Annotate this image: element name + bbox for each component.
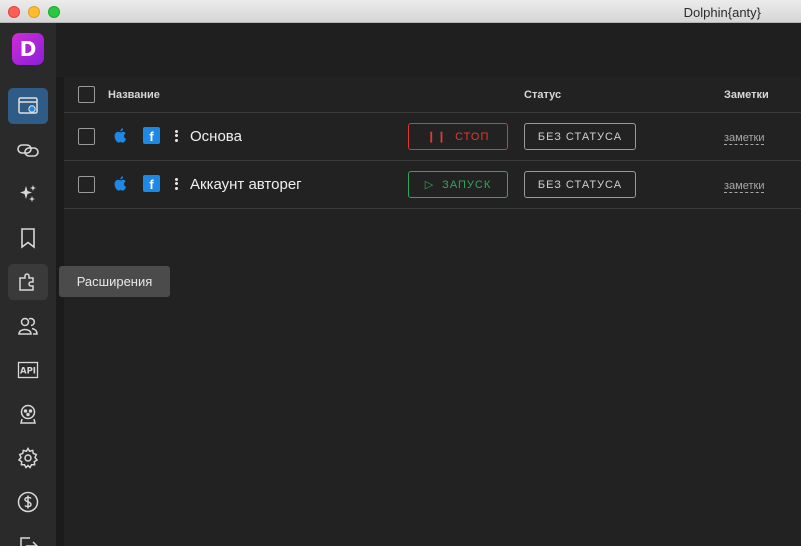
nav-bookmarks[interactable] bbox=[8, 220, 48, 256]
notes-link[interactable]: заметки bbox=[724, 132, 765, 145]
table-header: Название Статус Заметки bbox=[64, 77, 801, 113]
dollar-icon bbox=[17, 491, 39, 513]
close-window-button[interactable] bbox=[8, 6, 20, 18]
profile-name[interactable]: Аккаунт авторег bbox=[190, 176, 302, 193]
table-row: f Основа ❙❙ СТОП БЕЗ СТАТУСА заметки bbox=[64, 113, 801, 161]
nav-users[interactable] bbox=[8, 308, 48, 344]
stop-button-label: СТОП bbox=[455, 130, 490, 143]
select-all-checkbox[interactable] bbox=[78, 86, 95, 103]
table-row: f Аккаунт авторег ▷ ЗАПУСК БЕЗ СТАТУСА з… bbox=[64, 161, 801, 209]
team-icon bbox=[20, 404, 36, 424]
profile-name[interactable]: Основа bbox=[190, 128, 242, 145]
nav-automation[interactable] bbox=[8, 176, 48, 212]
apple-icon bbox=[114, 176, 127, 191]
pause-icon: ❙❙ bbox=[426, 131, 448, 143]
nav-proxies[interactable] bbox=[8, 132, 48, 168]
nav-team[interactable] bbox=[8, 396, 48, 432]
status-button[interactable]: БЕЗ СТАТУСА bbox=[524, 171, 636, 198]
row-checkbox[interactable] bbox=[78, 176, 95, 193]
nav-api[interactable]: API bbox=[8, 352, 48, 388]
row-menu-button[interactable] bbox=[171, 176, 181, 194]
play-icon: ▷ bbox=[424, 179, 435, 191]
users-icon bbox=[18, 317, 38, 335]
row-checkbox[interactable] bbox=[78, 128, 95, 145]
bookmark-icon bbox=[21, 228, 35, 249]
column-name-header[interactable]: Название bbox=[108, 89, 160, 101]
sidebar: D API bbox=[0, 23, 56, 546]
row-menu-button[interactable] bbox=[171, 128, 181, 146]
apple-icon bbox=[114, 128, 127, 143]
minimize-window-button[interactable] bbox=[28, 6, 40, 18]
nav-extensions[interactable] bbox=[8, 264, 48, 300]
column-notes-header: Заметки bbox=[724, 89, 769, 101]
facebook-icon: f bbox=[143, 127, 160, 144]
status-button[interactable]: БЕЗ СТАТУСА bbox=[524, 123, 636, 150]
nav-settings[interactable] bbox=[8, 440, 48, 476]
app-window: Dolphin{anty} D API Название Статус Заме… bbox=[0, 0, 801, 546]
sparkles-icon bbox=[20, 185, 36, 202]
top-bar bbox=[56, 23, 801, 77]
facebook-icon: f bbox=[143, 175, 160, 192]
app-logo[interactable]: D bbox=[12, 33, 44, 65]
nav-billing[interactable] bbox=[8, 484, 48, 520]
maximize-window-button[interactable] bbox=[48, 6, 60, 18]
nav-browser-profiles[interactable] bbox=[8, 88, 48, 124]
window-title: Dolphin{anty} bbox=[683, 5, 761, 20]
notes-link[interactable]: заметки bbox=[724, 180, 765, 193]
gear-icon bbox=[17, 447, 39, 469]
start-button[interactable]: ▷ ЗАПУСК bbox=[408, 171, 508, 198]
column-status-header: Статус bbox=[524, 89, 562, 101]
api-icon: API bbox=[17, 361, 39, 379]
link-icon bbox=[17, 144, 39, 157]
puzzle-icon bbox=[19, 273, 34, 291]
nav-logout[interactable] bbox=[8, 528, 48, 546]
stop-button[interactable]: ❙❙ СТОП bbox=[408, 123, 508, 150]
api-icon-label: API bbox=[20, 367, 36, 377]
profiles-table: Название Статус Заметки f Основа ❙❙ СТОП… bbox=[64, 77, 801, 546]
logout-icon bbox=[20, 537, 39, 546]
extensions-tooltip: Расширения bbox=[59, 266, 170, 297]
title-bar: Dolphin{anty} bbox=[0, 0, 801, 23]
start-button-label: ЗАПУСК bbox=[442, 178, 492, 191]
browser-window-icon bbox=[18, 97, 38, 114]
